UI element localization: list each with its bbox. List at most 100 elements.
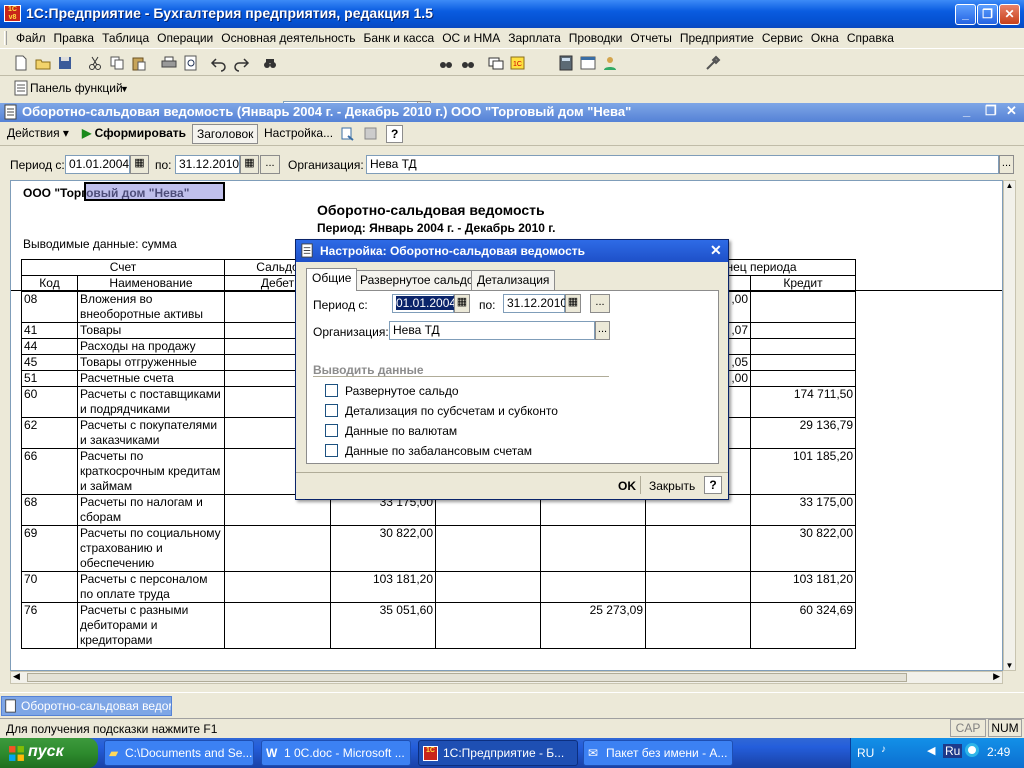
period-to-calendar-icon[interactable]: ▦ <box>240 155 259 174</box>
row-turnover-debit[interactable]: 103 181,20 <box>330 571 436 603</box>
menu-help[interactable]: Справка <box>843 31 898 45</box>
checkbox-expanded-saldo[interactable] <box>325 384 338 397</box>
dialog-close-icon[interactable]: ✕ <box>710 242 722 259</box>
period-select-button[interactable]: ... <box>260 155 280 174</box>
menu-salary[interactable]: Зарплата <box>504 31 565 45</box>
language-bar[interactable]: Ru <box>943 744 963 758</box>
menu-bank-cash[interactable]: Банк и касса <box>360 31 439 45</box>
row-code[interactable]: 76 <box>21 602 78 649</box>
minimize-button[interactable]: _ <box>955 4 976 25</box>
paste-icon[interactable] <box>130 54 148 72</box>
task-package[interactable]: ✉ Пакет без имени - А... <box>583 740 733 766</box>
row-col6[interactable]: 25 273,09 <box>540 602 646 649</box>
report-restore-button[interactable]: ❐ <box>985 103 997 119</box>
tray-arrow-icon[interactable]: ◀ <box>927 744 935 757</box>
row-debit-start[interactable] <box>224 525 331 572</box>
period-to-field[interactable]: 31.12.2010 <box>175 155 240 174</box>
dialog-org-field[interactable]: Нева ТД <box>389 321 595 340</box>
task-explorer[interactable]: ▰ C:\Documents and Se... <box>104 740 254 766</box>
row-name[interactable]: Товары <box>77 322 225 339</box>
dialog-period-select-button[interactable]: ... <box>590 294 610 313</box>
checkbox-off-balance-label[interactable]: Данные по забалансовым счетам <box>345 444 532 458</box>
row-turnover-credit[interactable] <box>435 602 541 649</box>
1c-config-icon[interactable]: 1C <box>509 54 527 72</box>
checkbox-expanded-saldo-label[interactable]: Развернутое сальдо <box>345 384 459 398</box>
dialog-close-button[interactable]: Закрыть <box>649 479 695 493</box>
row-code[interactable]: 70 <box>21 571 78 603</box>
open-folder-icon[interactable] <box>34 54 52 72</box>
ok-button[interactable]: OK <box>618 479 636 493</box>
speaker-icon[interactable]: ♪ <box>881 744 886 755</box>
generate-button[interactable]: ▶ Сформировать <box>78 124 190 144</box>
row-name[interactable]: Расчеты по социальному страхованию и обе… <box>77 525 225 572</box>
menu-service[interactable]: Сервис <box>758 31 807 45</box>
dialog-period-to-field[interactable]: 31.12.2010 <box>503 294 567 313</box>
scroll-down-icon[interactable]: ▼ <box>1004 661 1015 670</box>
save-report-icon[interactable] <box>363 126 379 142</box>
functions-panel-button[interactable]: Панель функций <box>30 81 123 95</box>
scroll-left-icon[interactable]: ◀ <box>13 671 20 682</box>
find-binoculars-icon[interactable] <box>261 54 279 72</box>
row-debit-start[interactable] <box>224 571 331 603</box>
period-from-field[interactable]: 01.01.2004 <box>65 155 130 174</box>
task-word[interactable]: W1 0С.doc - Microsoft ... <box>261 740 411 766</box>
row-debit-end[interactable] <box>645 525 751 572</box>
org-field[interactable]: Нева ТД <box>366 155 999 174</box>
menu-fixed-assets[interactable]: ОС и НМА <box>438 31 504 45</box>
selected-cell[interactable] <box>84 182 225 201</box>
checkbox-currency[interactable] <box>325 424 338 437</box>
menu-enterprise[interactable]: Предприятие <box>676 31 758 45</box>
row-name[interactable]: Расчетные счета <box>77 370 225 387</box>
period-from-calendar-icon[interactable]: ▦ <box>130 155 149 174</box>
menu-operations[interactable]: Операции <box>153 31 217 45</box>
tab-general[interactable]: Общие <box>306 268 358 291</box>
row-code[interactable]: 68 <box>21 494 78 526</box>
row-name[interactable]: Расчеты с разными дебиторами и кредитора… <box>77 602 225 649</box>
tab-expanded-saldo[interactable]: Развернутое сальдо <box>354 270 480 290</box>
functions-panel-dropdown-icon[interactable]: ▼ <box>120 84 129 94</box>
dialog-title-bar[interactable]: Настройка: Оборотно-сальдовая ведомость … <box>296 240 728 262</box>
calendar-icon[interactable] <box>579 54 597 72</box>
horizontal-scroll-thumb[interactable] <box>27 673 907 682</box>
row-credit-end[interactable]: 29 136,79 <box>750 417 856 449</box>
window-tab-report[interactable]: Оборотно-сальдовая ведом... <box>1 696 172 716</box>
row-turnover-debit[interactable]: 30 822,00 <box>330 525 436 572</box>
row-credit-end[interactable]: 103 181,20 <box>750 571 856 603</box>
dialog-period-from-field[interactable]: 01.01.2004 <box>392 294 457 313</box>
print-icon[interactable] <box>160 54 178 72</box>
row-credit-end[interactable] <box>750 338 856 355</box>
find-prev-icon[interactable] <box>459 54 477 72</box>
open-report-icon[interactable] <box>340 126 356 142</box>
row-name[interactable]: Товары отгруженные <box>77 354 225 371</box>
copy-icon[interactable] <box>108 54 126 72</box>
row-turnover-debit[interactable]: 35 051,60 <box>330 602 436 649</box>
menu-main-activity[interactable]: Основная деятельность <box>217 31 359 45</box>
tab-detailing[interactable]: Детализация <box>471 270 556 290</box>
checkbox-currency-label[interactable]: Данные по валютам <box>345 424 457 438</box>
menu-edit[interactable]: Правка <box>50 31 99 45</box>
row-name[interactable]: Расчеты с покупателями и заказчиками <box>77 417 225 449</box>
row-code[interactable]: 45 <box>21 354 78 371</box>
user-icon[interactable] <box>601 54 619 72</box>
checkbox-off-balance[interactable] <box>325 444 338 457</box>
row-col6[interactable] <box>540 525 646 572</box>
row-credit-end[interactable]: 174 711,50 <box>750 386 856 418</box>
dialog-period-to-calendar-icon[interactable]: ▦ <box>565 294 581 313</box>
row-turnover-credit[interactable] <box>435 525 541 572</box>
vertical-scrollbar[interactable]: ▲ ▼ <box>1003 180 1016 671</box>
row-code[interactable]: 66 <box>21 448 78 495</box>
scroll-up-icon[interactable]: ▲ <box>1004 181 1015 190</box>
row-name[interactable]: Вложения во внеоборотные активы <box>77 291 225 323</box>
redo-icon[interactable] <box>232 54 250 72</box>
report-help-button[interactable]: ? <box>386 125 404 143</box>
row-code[interactable]: 44 <box>21 338 78 355</box>
dialog-help-button[interactable]: ? <box>704 476 722 494</box>
menu-file[interactable]: Файл <box>12 31 50 45</box>
start-button[interactable]: пуск <box>0 738 98 768</box>
report-close-button[interactable]: ✕ <box>1006 103 1017 119</box>
row-code[interactable]: 69 <box>21 525 78 572</box>
row-credit-end[interactable] <box>750 370 856 387</box>
menu-windows[interactable]: Окна <box>807 31 843 45</box>
horizontal-scrollbar[interactable]: ◀ ▶ <box>10 671 1003 684</box>
network-icon[interactable] <box>965 743 979 757</box>
